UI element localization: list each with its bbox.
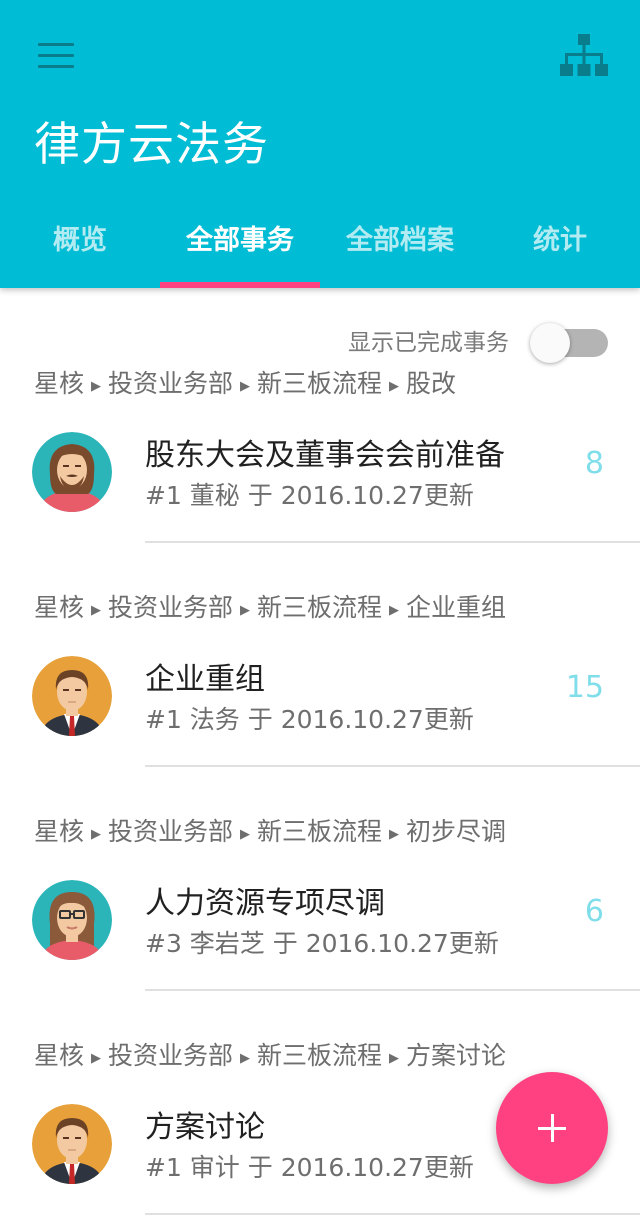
list-item[interactable]: 股东大会及董事会会前准备 #1 董秘 于 2016.10.27更新 8 (0, 404, 640, 544)
breadcrumb-item: 新三板流程 (257, 369, 383, 398)
caret-right-icon: ▶ (389, 1051, 400, 1066)
caret-right-icon: ▶ (91, 379, 102, 394)
breadcrumb-item: 新三板流程 (257, 817, 383, 846)
breadcrumb-item: 投资业务部 (108, 593, 234, 622)
bearded-man-avatar (32, 432, 112, 512)
divider (145, 765, 640, 767)
item-subtitle: #1 审计 于 2016.10.27更新 (145, 1153, 474, 1182)
caret-right-icon: ▶ (240, 603, 251, 618)
breadcrumb-item: 企业重组 (406, 593, 507, 622)
org-chart-icon[interactable] (560, 34, 608, 78)
app-bar: 律方云法务 概览 全部事务 全部档案 统计 (0, 0, 640, 288)
breadcrumb: 星核 ▶ 投资业务部 ▶ 新三板流程 ▶ 股改 (34, 364, 456, 404)
businessman-avatar (32, 1104, 112, 1184)
businessman-avatar (32, 656, 112, 736)
caret-right-icon: ▶ (389, 827, 400, 842)
caret-right-icon: ▶ (240, 379, 251, 394)
show-completed-label: 显示已完成事务 (348, 330, 509, 356)
breadcrumb-item: 新三板流程 (257, 1041, 383, 1070)
breadcrumb-item: 星核 (34, 593, 85, 622)
breadcrumb-item: 星核 (34, 1041, 85, 1070)
item-title: 人力资源专项尽调 (145, 886, 385, 921)
caret-right-icon: ▶ (240, 827, 251, 842)
breadcrumb: 星核 ▶ 投资业务部 ▶ 新三板流程 ▶ 初步尽调 (34, 812, 506, 852)
item-title: 方案讨论 (145, 1110, 265, 1145)
breadcrumb-item: 星核 (34, 817, 85, 846)
active-tab-indicator (160, 282, 320, 288)
breadcrumb: 星核 ▶ 投资业务部 ▶ 新三板流程 ▶ 企业重组 (34, 588, 506, 628)
item-title: 股东大会及董事会会前准备 (145, 438, 505, 473)
tab-statistics[interactable]: 统计 (480, 208, 640, 288)
breadcrumb-item: 投资业务部 (108, 1041, 234, 1070)
divider (145, 1213, 640, 1215)
add-matter-button[interactable] (496, 1072, 608, 1184)
divider (145, 989, 640, 991)
caret-right-icon: ▶ (389, 603, 400, 618)
menu-icon[interactable] (38, 43, 74, 69)
item-subtitle: #1 法务 于 2016.10.27更新 (145, 705, 474, 734)
tab-all-archives[interactable]: 全部档案 (320, 208, 480, 288)
breadcrumb: 星核 ▶ 投资业务部 ▶ 新三板流程 ▶ 方案讨论 (34, 1036, 506, 1076)
caret-right-icon: ▶ (91, 827, 102, 842)
divider (145, 541, 640, 543)
tab-bar: 概览 全部事务 全部档案 统计 (0, 208, 640, 288)
item-title: 企业重组 (145, 662, 265, 697)
breadcrumb-item: 新三板流程 (257, 593, 383, 622)
breadcrumb-item: 投资业务部 (108, 817, 234, 846)
caret-right-icon: ▶ (389, 379, 400, 394)
caret-right-icon: ▶ (240, 1051, 251, 1066)
item-count: 15 (565, 670, 604, 705)
app-title: 律方云法务 (34, 117, 269, 171)
caret-right-icon: ▶ (91, 603, 102, 618)
tab-overview[interactable]: 概览 (0, 208, 160, 288)
breadcrumb-item: 投资业务部 (108, 369, 234, 398)
list-item[interactable]: 企业重组 #1 法务 于 2016.10.27更新 15 (0, 628, 640, 768)
caret-right-icon: ▶ (91, 1051, 102, 1066)
woman-glasses-avatar (32, 880, 112, 960)
item-count: 6 (584, 894, 604, 929)
breadcrumb-item: 股改 (406, 369, 457, 398)
tab-all-matters[interactable]: 全部事务 (160, 208, 320, 288)
item-subtitle: #1 董秘 于 2016.10.27更新 (145, 481, 474, 510)
item-count: 8 (584, 446, 604, 481)
item-subtitle: #3 李岩芝 于 2016.10.27更新 (145, 929, 499, 958)
breadcrumb-item: 方案讨论 (406, 1041, 507, 1070)
breadcrumb-item: 星核 (34, 369, 85, 398)
breadcrumb-item: 初步尽调 (406, 817, 507, 846)
list-item[interactable]: 人力资源专项尽调 #3 李岩芝 于 2016.10.27更新 6 (0, 852, 640, 992)
show-completed-toggle[interactable] (530, 323, 610, 363)
